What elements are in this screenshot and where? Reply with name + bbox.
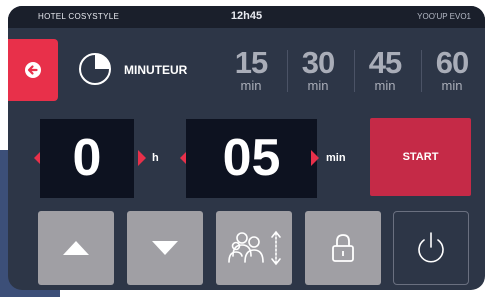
lock-icon xyxy=(332,234,354,262)
down-button[interactable] xyxy=(127,211,203,285)
back-button[interactable] xyxy=(8,39,58,101)
minutes-increase-arrow[interactable] xyxy=(311,150,319,166)
back-arrow-icon xyxy=(25,62,41,78)
minutes-unit: min xyxy=(326,152,346,164)
timer-pie-icon xyxy=(79,53,111,85)
guests-icon xyxy=(228,230,281,266)
mode-label: MINUTEUR xyxy=(124,63,188,77)
preset-30-min[interactable]: 30 min xyxy=(288,46,348,96)
preset-15-min[interactable]: 15 min xyxy=(221,46,281,96)
start-button[interactable]: START xyxy=(370,118,471,196)
down-arrow-icon xyxy=(152,241,178,255)
power-button[interactable] xyxy=(393,211,469,285)
lock-button[interactable] xyxy=(305,211,381,285)
control-panel: HOTEL COSYSTYLE 12h45 YOO'UP EVO1 MINUTE… xyxy=(8,6,485,290)
device-model: YOO'UP EVO1 xyxy=(417,12,471,21)
up-arrow-icon xyxy=(63,241,89,255)
minutes-display: 05 xyxy=(186,119,317,198)
clock: 12h45 xyxy=(230,10,263,22)
hours-display: 0 xyxy=(40,119,134,198)
hours-unit: h xyxy=(152,152,159,164)
hours-increase-arrow[interactable] xyxy=(138,150,146,166)
up-button[interactable] xyxy=(38,211,114,285)
preset-60-min[interactable]: 60 min xyxy=(422,46,482,96)
preset-45-min[interactable]: 45 min xyxy=(355,46,415,96)
power-icon xyxy=(418,232,444,263)
guests-button[interactable] xyxy=(216,211,292,285)
status-bar: HOTEL COSYSTYLE 12h45 YOO'UP EVO1 xyxy=(8,6,485,28)
